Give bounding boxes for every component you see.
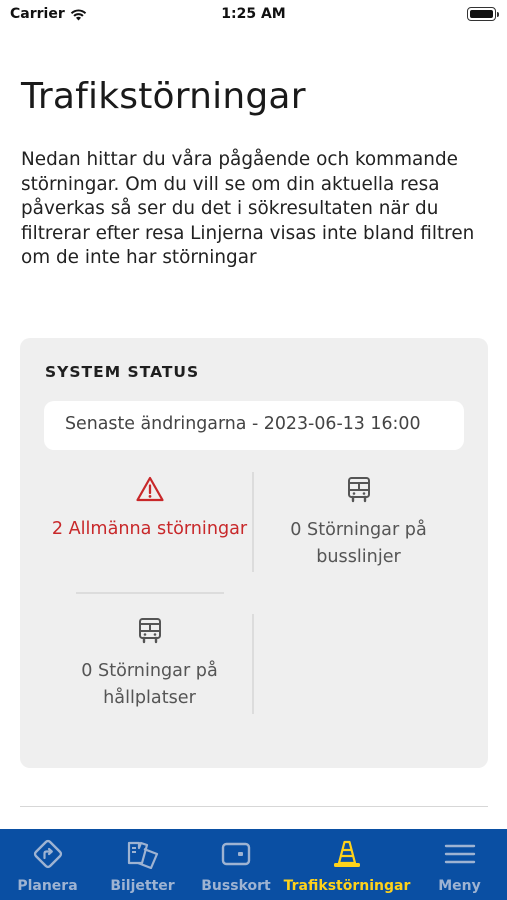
last-changes-text: Senaste ändringarna - 2023-06-13 16:00 <box>65 414 421 434</box>
tab-meny[interactable]: Meny <box>412 829 507 900</box>
traffic-cone-icon <box>334 840 360 867</box>
general-disruptions-label: 2 Allmänna störningar <box>51 519 248 539</box>
tab-label: Busskort <box>201 878 271 894</box>
section-divider <box>20 806 488 807</box>
battery-icon <box>467 7 499 21</box>
tab-planera[interactable]: Planera <box>0 829 95 900</box>
route-icon <box>33 839 62 869</box>
tickets-icon <box>127 841 158 869</box>
menu-icon <box>444 844 475 864</box>
bus-line-disruptions-label: 0 Störningar på busslinjer <box>290 520 427 567</box>
system-status-title: SYSTEM STATUS <box>45 363 200 381</box>
system-status-card: SYSTEM STATUS Senaste ändringarna - 2023… <box>20 338 488 768</box>
tab-biljetter[interactable]: Biljetter <box>95 829 190 900</box>
bus-icon <box>347 477 370 503</box>
tab-label: Meny <box>438 878 481 894</box>
tab-trafikstorningar[interactable]: Trafikstörningar <box>282 829 412 900</box>
warning-icon <box>135 476 164 502</box>
intro-text: Nedan hittar du våra pågående och komman… <box>21 149 475 269</box>
grid-divider-vertical <box>252 472 254 572</box>
stop-disruptions-item[interactable]: 0 Störningar på hållplatser <box>45 617 254 712</box>
tab-label: Planera <box>17 878 78 894</box>
tab-busskort[interactable]: Busskort <box>190 829 282 900</box>
tab-label: Biljetter <box>110 878 175 894</box>
card-icon <box>221 842 251 866</box>
bus-line-disruptions-item[interactable]: 0 Störningar på busslinjer <box>254 476 463 571</box>
status-time: 1:25 AM <box>221 6 286 22</box>
last-changes-box: Senaste ändringarna - 2023-06-13 16:00 <box>44 401 464 450</box>
tab-bar: Planera Biljetter Busskort Trafikstörnin… <box>0 829 507 900</box>
bus-icon <box>138 618 161 644</box>
page-title: Trafikstörningar <box>21 76 306 117</box>
stop-disruptions-label: 0 Störningar på hållplatser <box>81 661 218 708</box>
general-disruptions-item[interactable]: 2 Allmänna störningar <box>45 476 254 543</box>
tab-label: Trafikstörningar <box>283 878 411 894</box>
ios-status-bar: Carrier 1:25 AM <box>0 0 507 28</box>
grid-divider-vertical <box>252 614 254 714</box>
grid-divider-horizontal <box>76 592 224 594</box>
